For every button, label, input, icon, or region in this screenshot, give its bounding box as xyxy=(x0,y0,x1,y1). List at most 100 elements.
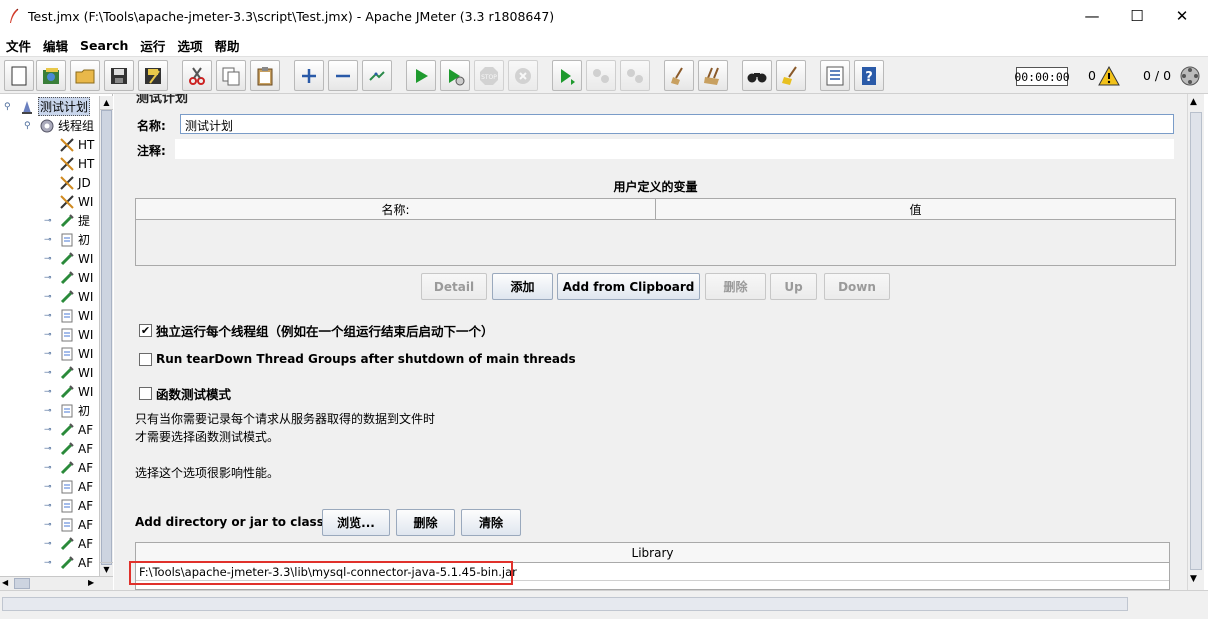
remote-start-button[interactable] xyxy=(552,60,582,91)
expand-all-button[interactable] xyxy=(294,60,324,91)
tree-handle-icon[interactable]: ⊸ xyxy=(44,501,58,511)
clear-button[interactable] xyxy=(664,60,694,91)
functional-mode-checkbox[interactable] xyxy=(139,387,152,400)
tree-handle-icon[interactable]: ⊸ xyxy=(44,406,58,416)
menu-file[interactable]: 文件 xyxy=(0,36,37,55)
templates-button[interactable] xyxy=(36,60,66,91)
tree-handle-icon[interactable]: ⚲ xyxy=(24,121,38,131)
down-button[interactable]: Down xyxy=(824,273,890,300)
serialize-option[interactable]: ✔ 独立运行每个线程组（例如在一个组运行结束后启动下一个） xyxy=(139,321,494,340)
tree-handle-icon[interactable]: ⊸ xyxy=(44,216,58,226)
shutdown-button[interactable] xyxy=(508,60,538,91)
paste-button[interactable] xyxy=(250,60,280,91)
tree-node[interactable]: ⊸ 初 xyxy=(44,230,90,249)
tree-handle-icon[interactable]: ⊸ xyxy=(44,368,58,378)
tree-handle-icon[interactable]: ⊸ xyxy=(44,463,58,473)
warning-icon[interactable] xyxy=(1098,66,1120,86)
tree-node[interactable]: ⊸ AF xyxy=(44,477,93,496)
name-field[interactable]: 测试计划 xyxy=(180,114,1174,134)
tree-node[interactable]: HT xyxy=(44,135,94,154)
comment-field[interactable] xyxy=(175,139,1174,159)
menu-run[interactable]: 运行 xyxy=(134,36,171,55)
tree-node[interactable]: WI xyxy=(44,192,93,211)
tree-handle-icon[interactable]: ⊸ xyxy=(44,235,58,245)
tree-node[interactable]: ⊸ 初 xyxy=(44,401,90,420)
copy-button[interactable] xyxy=(216,60,246,91)
tree-handle-icon[interactable]: ⊸ xyxy=(44,482,58,492)
new-button[interactable] xyxy=(4,60,34,91)
tree-node[interactable]: JD xyxy=(44,173,91,192)
add-from-clipboard-button[interactable]: Add from Clipboard xyxy=(557,273,700,300)
menu-help[interactable]: 帮助 xyxy=(208,36,245,55)
save-as-button[interactable] xyxy=(138,60,168,91)
open-button[interactable] xyxy=(70,60,100,91)
tree-node[interactable]: ⊸ WI xyxy=(44,363,93,382)
tree-handle-icon[interactable]: ⊸ xyxy=(44,387,58,397)
tree-node[interactable]: HT xyxy=(44,154,94,173)
tree-handle-icon[interactable]: ⊸ xyxy=(44,311,58,321)
tree-node[interactable]: ⊸ AF xyxy=(44,458,93,477)
tree-handle-icon[interactable]: ⊸ xyxy=(44,254,58,264)
reset-search-button[interactable] xyxy=(776,60,806,91)
tree-node[interactable]: ⊸ WI xyxy=(44,268,93,287)
tree-handle-icon[interactable]: ⊸ xyxy=(44,558,58,568)
tree-node[interactable]: ⊸ AF xyxy=(44,534,93,553)
search-button[interactable] xyxy=(742,60,772,91)
tree-handle-icon[interactable]: ⚲ xyxy=(4,102,18,112)
menu-search[interactable]: Search xyxy=(74,38,134,53)
up-button[interactable]: Up xyxy=(770,273,817,300)
column-header-value[interactable]: 值 xyxy=(656,199,1175,220)
close-button[interactable]: ✕ xyxy=(1159,0,1205,32)
tree-node[interactable]: ⊸ WI xyxy=(44,306,93,325)
remote-stop-button[interactable] xyxy=(586,60,616,91)
menu-options[interactable]: 选项 xyxy=(171,36,208,55)
add-button[interactable]: 添加 xyxy=(492,273,553,300)
tree-node[interactable]: ⊸ WI xyxy=(44,382,93,401)
tree-node[interactable]: ⊸ AF xyxy=(44,515,93,534)
help-button[interactable]: ? xyxy=(854,60,884,91)
remote-shutdown-button[interactable] xyxy=(620,60,650,91)
clear-classpath-button[interactable]: 清除 xyxy=(461,509,521,536)
split-pane-divider[interactable] xyxy=(114,94,124,590)
tree-handle-icon[interactable]: ⊸ xyxy=(44,292,58,302)
clear-all-button[interactable] xyxy=(698,60,728,91)
tree-handle-icon[interactable]: ⊸ xyxy=(44,330,58,340)
minimize-button[interactable]: — xyxy=(1069,0,1115,32)
panel-vertical-scrollbar[interactable]: ▲ ▼ xyxy=(1187,94,1204,590)
tree-handle-icon[interactable]: ⊸ xyxy=(44,425,58,435)
teardown-option[interactable]: Run tearDown Thread Groups after shutdow… xyxy=(139,352,576,366)
cut-button[interactable] xyxy=(182,60,212,91)
save-button[interactable] xyxy=(104,60,134,91)
tree-handle-icon[interactable]: ⊸ xyxy=(44,520,58,530)
column-header-name[interactable]: 名称: xyxy=(136,199,656,220)
library-column-header[interactable]: Library xyxy=(136,543,1169,563)
start-button[interactable] xyxy=(406,60,436,91)
start-no-pauses-button[interactable] xyxy=(440,60,470,91)
tree-node[interactable]: ⊸ AF xyxy=(44,553,93,572)
tree-handle-icon[interactable]: ⊸ xyxy=(44,539,58,549)
teardown-checkbox[interactable] xyxy=(139,352,152,366)
tree-horizontal-scrollbar[interactable]: ◀ ▶ xyxy=(0,576,113,590)
detail-button[interactable]: Detail xyxy=(421,273,487,300)
menu-edit[interactable]: 编辑 xyxy=(37,36,74,55)
functional-mode-option[interactable]: 函数测试模式 xyxy=(139,384,231,403)
maximize-button[interactable]: ☐ xyxy=(1114,0,1160,32)
tree-node-thread-group[interactable]: ⚲ 线程组 xyxy=(24,116,94,135)
collapse-all-button[interactable] xyxy=(328,60,358,91)
stop-button[interactable]: STOP xyxy=(474,60,504,91)
tree-handle-icon[interactable]: ⊸ xyxy=(44,444,58,454)
toggle-button[interactable] xyxy=(362,60,392,91)
delete-classpath-button[interactable]: 删除 xyxy=(396,509,455,536)
serialize-checkbox[interactable]: ✔ xyxy=(139,324,152,337)
tree-node[interactable]: ⊸ WI xyxy=(44,325,93,344)
tree-node[interactable]: ⊸ WI xyxy=(44,344,93,363)
function-helper-button[interactable] xyxy=(820,60,850,91)
tree-node[interactable]: ⊸ AF xyxy=(44,420,93,439)
tree-vertical-scrollbar[interactable]: ▲ ▼ xyxy=(99,96,113,576)
tree-node-test-plan[interactable]: ⚲ 测试计划 xyxy=(4,97,91,116)
tree-node[interactable]: ⊸ AF xyxy=(44,496,93,515)
tree-node[interactable]: ⊸ 提 xyxy=(44,211,90,230)
tree-handle-icon[interactable]: ⊸ xyxy=(44,273,58,283)
tree-node[interactable]: ⊸ WI xyxy=(44,287,93,306)
tree-handle-icon[interactable]: ⊸ xyxy=(44,349,58,359)
